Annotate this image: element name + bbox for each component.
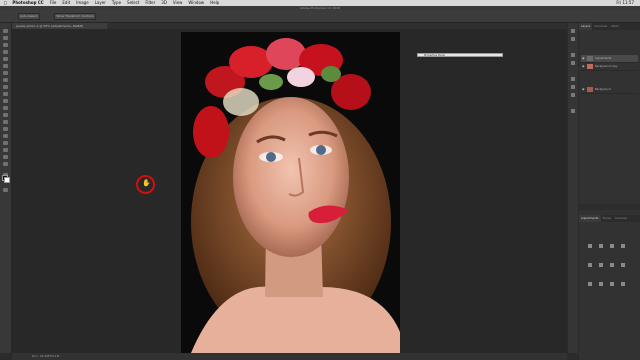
show-transform-option[interactable]: Show Transform Controls (54, 13, 96, 20)
adjustment-icons-grid (587, 234, 632, 291)
hand-cursor-icon: ✋ (142, 179, 151, 187)
type-tool-icon[interactable] (3, 134, 8, 138)
layer-row[interactable]: ◉ Background copy (581, 63, 638, 71)
layer-name: Adjustments (595, 57, 612, 60)
dodge-tool-icon[interactable] (3, 120, 8, 124)
stamp-tool-icon[interactable] (3, 85, 8, 89)
levels-icon[interactable] (599, 244, 604, 248)
options-bar: Auto-Select: Show Transform Controls (0, 10, 640, 23)
panel-dock (568, 23, 578, 353)
hue-sat-icon[interactable] (599, 263, 604, 267)
character-icon[interactable] (571, 85, 575, 89)
layer-thumbnail (587, 56, 593, 61)
tab-libraries[interactable]: Libraries (613, 215, 629, 222)
zoom-tool-icon[interactable] (3, 162, 8, 166)
lasso-tool-icon[interactable] (3, 43, 8, 47)
vibrance-icon[interactable] (588, 263, 592, 267)
tab-styles[interactable]: Styles (601, 215, 613, 222)
shape-tool-icon[interactable] (3, 148, 8, 152)
adjustments-panel-tabs: Adjustments Styles Libraries (579, 215, 640, 222)
path-select-tool-icon[interactable] (3, 141, 8, 145)
brushes-icon[interactable] (571, 77, 575, 81)
status-bar: Doc: 24.9M/50.1M (12, 353, 567, 360)
layer-row[interactable]: ◉ Adjustments (581, 55, 638, 63)
quick-mask-icon[interactable] (3, 188, 8, 192)
history-icon[interactable] (571, 29, 575, 33)
layer-thumbnail (587, 87, 593, 92)
brightness-icon[interactable] (588, 244, 592, 248)
quick-select-tool-icon[interactable] (3, 50, 8, 54)
brush-tool-icon[interactable] (3, 78, 8, 82)
layers-panel-tabs: Layers Channels Paths (579, 23, 640, 30)
exposure-icon[interactable] (621, 244, 626, 248)
marquee-tool-icon[interactable] (3, 36, 8, 40)
layer-name: Background (595, 88, 611, 91)
photo-filter-icon[interactable] (588, 282, 592, 286)
color-balance-icon[interactable] (610, 263, 615, 267)
move-tool-icon[interactable] (3, 29, 8, 33)
layer-thumbnail (587, 64, 593, 69)
eye-icon[interactable]: ◉ (582, 65, 585, 68)
posterize-icon[interactable] (621, 282, 626, 286)
floating-panel-titlebar[interactable]: Properties Panel (417, 53, 503, 57)
swatches-icon[interactable] (571, 61, 575, 65)
channel-mixer-icon[interactable] (599, 282, 604, 286)
gradient-tool-icon[interactable] (3, 106, 8, 110)
bw-icon[interactable] (621, 263, 626, 267)
layers-footer-toolbar (579, 204, 640, 210)
history-brush-tool-icon[interactable] (3, 92, 8, 96)
blur-tool-icon[interactable] (3, 113, 8, 117)
invert-icon[interactable] (610, 282, 615, 286)
layer-name: Background copy (595, 65, 618, 68)
right-panels: Layers Channels Paths ◉ Adjustments ◉ Ba… (579, 23, 640, 360)
hand-tool-icon[interactable] (3, 155, 8, 159)
tools-panel (0, 23, 12, 353)
layer-row[interactable]: ◉ Background (581, 86, 638, 94)
color-icon[interactable] (571, 53, 575, 57)
healing-tool-icon[interactable] (3, 71, 8, 75)
background-color-swatch[interactable] (4, 177, 10, 183)
tab-adjustments[interactable]: Adjustments (579, 215, 601, 222)
eye-icon[interactable]: ◉ (582, 57, 585, 60)
auto-select-option[interactable]: Auto-Select: (18, 13, 40, 20)
pen-tool-icon[interactable] (3, 127, 8, 131)
portrait-photo[interactable] (181, 32, 400, 353)
tab-paths[interactable]: Paths (609, 23, 621, 30)
tab-channels[interactable]: Channels (592, 23, 609, 30)
tab-layers[interactable]: Layers (579, 23, 593, 30)
info-icon[interactable] (571, 109, 575, 113)
curves-icon[interactable] (610, 244, 615, 248)
properties-icon[interactable] (571, 37, 575, 41)
eyedropper-tool-icon[interactable] (3, 64, 8, 68)
paragraph-icon[interactable] (571, 93, 575, 97)
crop-tool-icon[interactable] (3, 57, 8, 61)
eye-icon[interactable]: ◉ (582, 88, 585, 91)
eraser-tool-icon[interactable] (3, 99, 8, 103)
